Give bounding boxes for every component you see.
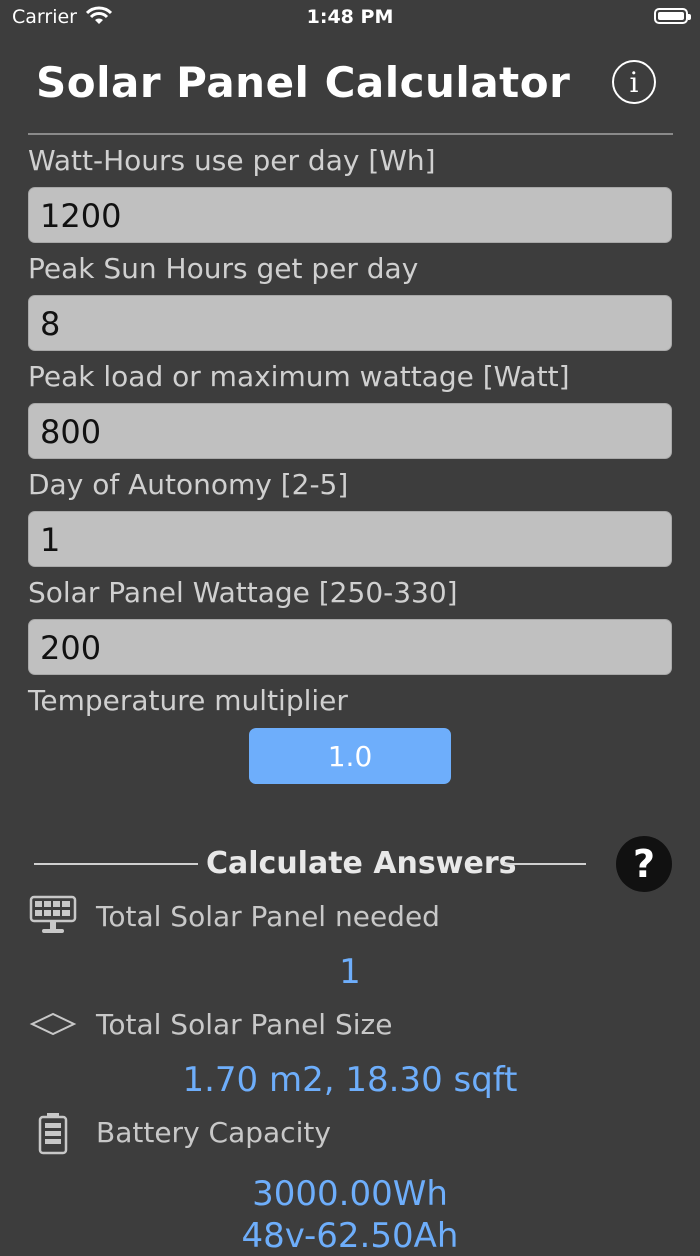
status-time: 1:48 PM [306, 6, 394, 28]
status-bar: Carrier 1:48 PM [0, 0, 700, 36]
panel-wattage-input[interactable]: 200 [28, 619, 672, 675]
question-icon[interactable]: ? [616, 836, 672, 892]
panels-needed-value: 1 [339, 952, 361, 992]
autonomy-input[interactable]: 1 [28, 511, 672, 567]
info-icon[interactable]: i [612, 60, 656, 104]
peak-load-label: Peak load or maximum wattage [Watt] [28, 360, 570, 393]
battery-capacity-label: Battery Capacity [96, 1116, 331, 1149]
battery-capacity-ah: 48v-62.50Ah [241, 1216, 459, 1256]
size-diamond-icon [28, 1008, 78, 1048]
sun-hours-label: Peak Sun Hours get per day [28, 252, 419, 285]
battery-capacity-wh: 3000.00Wh [252, 1174, 448, 1214]
solar-panel-icon [28, 895, 78, 935]
peak-load-input[interactable]: 800 [28, 403, 672, 459]
divider-line-left [34, 863, 198, 865]
temperature-label: Temperature multiplier [28, 684, 348, 717]
sun-hours-input[interactable]: 8 [28, 295, 672, 351]
wh-per-day-input[interactable]: 1200 [28, 187, 672, 243]
calculate-answers-label: Calculate Answers [206, 846, 517, 881]
panel-size-label: Total Solar Panel Size [96, 1008, 393, 1041]
wh-per-day-label: Watt-Hours use per day [Wh] [28, 144, 436, 177]
calculate-answers-button[interactable]: Calculate Answers [34, 838, 586, 892]
page-title: Solar Panel Calculator [36, 58, 571, 107]
divider-line-right [504, 863, 586, 865]
header-divider [28, 133, 673, 135]
panels-needed-label: Total Solar Panel needed [96, 900, 440, 933]
autonomy-label: Day of Autonomy [2-5] [28, 468, 349, 501]
panel-wattage-label: Solar Panel Wattage [250-330] [28, 576, 458, 609]
panel-size-value: 1.70 m2, 18.30 sqft [182, 1060, 518, 1100]
temperature-multiplier-button[interactable]: 1.0 [249, 728, 451, 784]
battery-icon [28, 1112, 78, 1155]
battery-status-icon [654, 8, 691, 24]
